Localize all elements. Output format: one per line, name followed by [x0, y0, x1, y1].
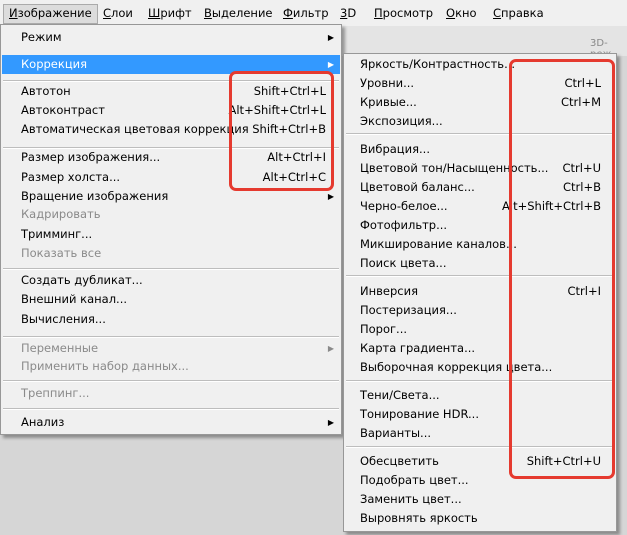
menu-item-label: Вычисления...	[21, 312, 106, 326]
menu-item[interactable]: Выровнять яркость	[345, 509, 615, 528]
menu-item-label: Внешний канал...	[21, 292, 128, 306]
menu-item-label: Автотон	[21, 84, 71, 98]
menu-item-label: Карта градиента...	[360, 341, 476, 355]
menu-item: Переменные ▶	[2, 339, 340, 358]
menu-item-label: Коррекция	[21, 57, 88, 71]
menu-item-label: Порог...	[360, 322, 408, 336]
menu-separator	[3, 336, 339, 338]
menubar-item[interactable]: Изображение	[3, 4, 98, 24]
menu-bar: Изображение Слои Шрифт Выделение Фильтр 3D Про…	[0, 0, 627, 26]
submenu-arrow-icon: ▶	[327, 344, 334, 353]
annotation-box-shortcuts-main	[229, 71, 334, 191]
menu-item[interactable]: Вычисления...	[2, 310, 340, 329]
menu-item-label: Показать все	[21, 246, 102, 260]
menubar-item[interactable]: Слои	[103, 5, 133, 22]
menu-item-label: Размер изображения...	[21, 150, 161, 164]
submenu-arrow-icon: ▶	[327, 33, 334, 42]
menu-item-label: Применить набор данных...	[21, 359, 189, 373]
menu-item-label: Черно-белое...	[360, 199, 448, 213]
menu-item-label: Тримминг...	[21, 227, 93, 241]
menubar-item[interactable]: Выделение	[204, 5, 273, 22]
menubar-item[interactable]: Просмотр	[374, 5, 433, 22]
menubar-item[interactable]: Шрифт	[148, 5, 192, 22]
menubar-item[interactable]: Окно	[446, 5, 477, 22]
submenu-arrow-icon: ▶	[327, 418, 334, 427]
menu-item: Треппинг...	[2, 384, 340, 403]
menu-item-label: Размер холста...	[21, 170, 121, 184]
menu-item[interactable]: Внешний канал...	[2, 290, 340, 309]
menu-item-label: Треппинг...	[21, 386, 90, 400]
menu-item-label: Уровни...	[360, 76, 415, 90]
menu-item-label: Тени/Света...	[360, 388, 440, 402]
options-toolbar: 3D-реж	[340, 26, 627, 60]
menu-item-label: Переменные	[21, 341, 99, 355]
menu-item-label: Вращение изображения	[21, 189, 169, 203]
menubar-item[interactable]: 3D	[340, 5, 356, 22]
menu-item: Кадрировать	[2, 205, 340, 224]
menu-item-label: Вибрация...	[360, 142, 430, 156]
menu-item-label: Заменить цвет...	[360, 492, 462, 506]
menu-item: Применить набор данных...	[2, 357, 340, 376]
menu-item-label: Анализ	[21, 415, 65, 429]
menu-item[interactable]: Режим ▶	[2, 28, 340, 47]
menu-item: Показать все	[2, 244, 340, 263]
menubar-item[interactable]: Справка	[493, 5, 544, 22]
annotation-box-shortcuts-sub	[509, 59, 615, 479]
menu-item-label: Поиск цвета...	[360, 256, 447, 270]
menu-item-label: Тонирование HDR...	[360, 407, 479, 421]
menu-item-label: Микширование каналов...	[360, 237, 517, 251]
menu-item-label: Постеризация...	[360, 303, 457, 317]
menu-item[interactable]: Заменить цвет...	[345, 490, 615, 509]
menubar-item[interactable]: Фильтр	[283, 5, 329, 22]
menu-item-label: Кривые...	[360, 95, 417, 109]
menu-item-label: Фотофильтр...	[360, 218, 448, 232]
menu-item-label: Инверсия	[360, 284, 418, 298]
menu-item-label: Цветовой баланс...	[360, 180, 475, 194]
menu-item-label: Режим	[21, 30, 62, 44]
menu-item-label: Экспозиция...	[360, 114, 443, 128]
menu-item-label: Подобрать цвет...	[360, 473, 469, 487]
menu-item-label: Автоматическая цветовая коррекция	[21, 122, 249, 136]
menu-item-label: Выровнять яркость	[360, 511, 478, 525]
menu-item-label: Автоконтраст	[21, 103, 105, 117]
menu-item-label: Варианты...	[360, 426, 432, 440]
menu-item[interactable]: Создать дубликат...	[2, 271, 340, 290]
menu-item-label: Обесцветить	[360, 454, 439, 468]
menu-item[interactable]: Тримминг...	[2, 225, 340, 244]
menu-item[interactable]: Анализ ▶	[2, 413, 340, 432]
menu-item-label: Яркость/Контрастность...	[360, 57, 516, 71]
menu-item-label: Создать дубликат...	[21, 273, 143, 287]
menu-separator	[3, 380, 339, 382]
menu-separator	[3, 408, 339, 410]
menu-item-label: Кадрировать	[21, 207, 101, 221]
menu-separator	[3, 268, 339, 270]
